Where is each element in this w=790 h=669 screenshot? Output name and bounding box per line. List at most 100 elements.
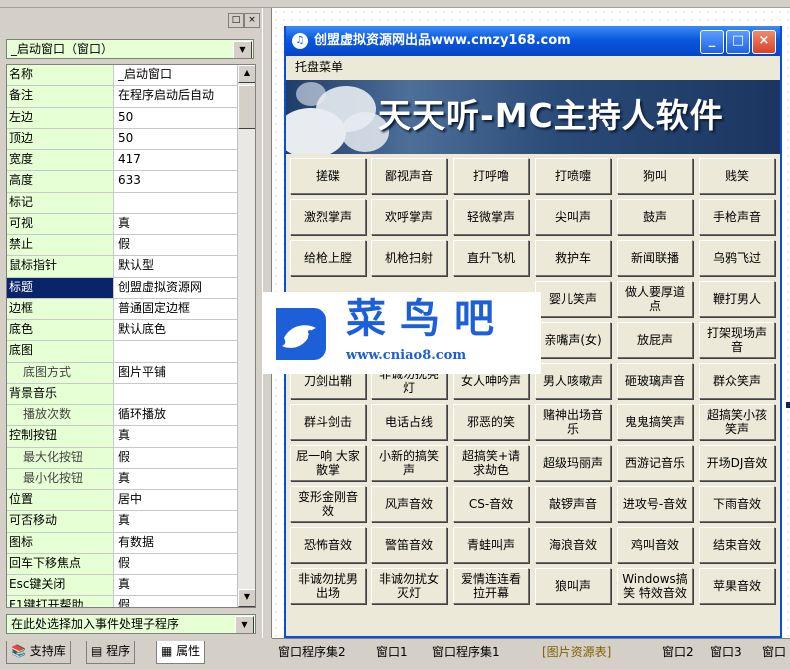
sound-button[interactable]: 邪恶的笑 xyxy=(453,404,529,440)
sound-button[interactable]: 机枪扫射 xyxy=(371,240,447,276)
window-title-bar[interactable]: ♫ 创盟虚拟资源网出品www.cmzy168.com _ □ × xyxy=(286,26,780,56)
sound-button[interactable]: 男人咳嗽声 xyxy=(535,363,611,399)
sound-button[interactable]: 放屁声 xyxy=(617,322,693,358)
property-value[interactable]: 633 xyxy=(115,171,239,192)
canvas-tab[interactable]: 窗口2 xyxy=(662,644,694,661)
property-row[interactable]: 底色 默认底色 xyxy=(7,320,255,342)
close-button[interactable]: × xyxy=(752,30,776,54)
property-value[interactable]: 假 xyxy=(115,447,239,468)
sound-button[interactable]: 下雨音效 xyxy=(699,486,775,522)
sound-button[interactable]: 电话占线 xyxy=(371,404,447,440)
tab-properties[interactable]: ▦ 属性 xyxy=(156,641,206,664)
sound-button[interactable]: 激烈掌声 xyxy=(290,199,366,235)
property-row[interactable]: 名称 _启动窗口 xyxy=(7,65,255,87)
sound-button[interactable]: 鸡叫音效 xyxy=(617,527,693,563)
property-value[interactable]: 假 xyxy=(115,235,239,256)
property-value[interactable]: 假 xyxy=(115,596,239,607)
sound-button[interactable]: 群斗剑击 xyxy=(290,404,366,440)
property-scrollbar[interactable]: ▲ ▼ xyxy=(237,65,255,607)
property-grid[interactable]: 名称 _启动窗口 备注 在程序启动后自动 左边 50 顶边 50 宽度 417 高度 633 标记 可视真… xyxy=(6,64,256,608)
property-value[interactable]: 默认型 xyxy=(115,256,239,277)
tab-program[interactable]: ▤ 程序 xyxy=(86,641,136,664)
property-row[interactable]: 高度 633 xyxy=(7,171,255,193)
property-value[interactable]: 真 xyxy=(115,213,239,234)
property-row[interactable]: 最大化按钮假 xyxy=(7,447,255,469)
canvas-tab[interactable]: 窗口3 xyxy=(710,644,742,661)
property-value[interactable] xyxy=(115,192,239,213)
sound-button[interactable]: 苹果音效 xyxy=(699,568,775,604)
sound-button[interactable]: 警笛音效 xyxy=(371,527,447,563)
sound-button[interactable]: 轻微掌声 xyxy=(453,199,529,235)
property-value[interactable]: 有数据 xyxy=(115,532,239,553)
sound-button[interactable]: 进攻号-音效 xyxy=(617,486,693,522)
sound-button[interactable]: 赌神出场音乐 xyxy=(535,404,611,440)
property-row[interactable]: 最小化按钮真 xyxy=(7,468,255,490)
event-selector[interactable]: 在此处选择加入事件处理子程序 ▼ xyxy=(6,614,256,634)
sound-button[interactable]: 鞭打男人 xyxy=(699,281,775,317)
property-row[interactable]: 鼠标指针 默认型 xyxy=(7,256,255,278)
property-value[interactable]: 真 xyxy=(115,468,239,489)
sound-button[interactable]: 给枪上膛 xyxy=(290,240,366,276)
canvas-tab[interactable]: 窗口程序集2 xyxy=(278,644,346,661)
sound-button[interactable]: 屁一响 大家散掌 xyxy=(290,445,366,481)
sound-button[interactable]: 小新的搞笑声 xyxy=(371,445,447,481)
sound-button[interactable]: 亲嘴声(女) xyxy=(535,322,611,358)
sound-button[interactable]: 搓碟 xyxy=(290,158,366,194)
property-row[interactable]: 图标 有数据 xyxy=(7,532,255,554)
property-value[interactable]: 真 xyxy=(115,575,239,596)
sound-button[interactable]: 尖叫声 xyxy=(535,199,611,235)
sound-button[interactable]: 变形金刚音效 xyxy=(290,486,366,522)
sound-button[interactable]: 鬼鬼搞笑声 xyxy=(617,404,693,440)
property-row[interactable]: 标记 xyxy=(7,192,255,214)
property-value[interactable]: 假 xyxy=(115,553,239,574)
property-value[interactable]: 50 xyxy=(115,107,239,128)
sound-button[interactable]: 砸玻璃声音 xyxy=(617,363,693,399)
property-row[interactable]: 左边 50 xyxy=(7,107,255,129)
sound-button[interactable]: 群众笑声 xyxy=(699,363,775,399)
sound-button[interactable]: 敲锣声音 xyxy=(535,486,611,522)
minimize-button[interactable]: _ xyxy=(700,30,724,54)
property-value[interactable] xyxy=(115,383,239,404)
property-row[interactable]: Esc键关闭真 xyxy=(7,575,255,597)
sound-button[interactable]: Windows搞笑 特效音效 xyxy=(617,568,693,604)
canvas-tab[interactable]: [图片资源表] xyxy=(542,644,611,661)
property-row[interactable]: 可否移动真 xyxy=(7,511,255,533)
property-row[interactable]: 宽度 417 xyxy=(7,150,255,172)
property-row[interactable]: 边框 普通固定边框 xyxy=(7,298,255,320)
sound-button[interactable]: 手枪声音 xyxy=(699,199,775,235)
sound-button[interactable]: 乌鸦飞过 xyxy=(699,240,775,276)
sound-button[interactable]: 超级玛丽声 xyxy=(535,445,611,481)
sound-button[interactable]: 婴儿笑声 xyxy=(535,281,611,317)
chevron-down-icon[interactable]: ▼ xyxy=(235,616,254,633)
property-row[interactable]: F1键打开帮助假 xyxy=(7,596,255,607)
canvas-tab[interactable]: 窗口程序集1 xyxy=(432,644,500,661)
sound-button[interactable]: 做人要厚道点 xyxy=(617,281,693,317)
sound-button[interactable]: 超搞笑小孩笑声 xyxy=(699,404,775,440)
sound-button[interactable]: 结束音效 xyxy=(699,527,775,563)
sound-button[interactable]: 海浪音效 xyxy=(535,527,611,563)
canvas-tab[interactable]: 窗口 xyxy=(762,644,786,661)
sound-button[interactable]: 贱笑 xyxy=(699,158,775,194)
scroll-thumb[interactable] xyxy=(238,85,255,129)
property-value[interactable]: 50 xyxy=(115,128,239,149)
property-value[interactable]: 在程序启动后自动 xyxy=(115,86,239,107)
scroll-down-icon[interactable]: ▼ xyxy=(238,589,255,607)
property-value[interactable]: 真 xyxy=(115,511,239,532)
tab-support-library[interactable]: 📚 支持库 xyxy=(6,641,71,664)
property-row[interactable]: 背景音乐 xyxy=(7,383,255,405)
property-value[interactable]: 创盟虚拟资源网 xyxy=(115,277,239,298)
property-value[interactable]: 普通固定边框 xyxy=(115,298,239,319)
sound-button[interactable]: 青蛙叫声 xyxy=(453,527,529,563)
chevron-down-icon[interactable]: ▼ xyxy=(233,41,252,58)
sound-button[interactable]: 鼓声 xyxy=(617,199,693,235)
property-value[interactable] xyxy=(115,341,239,362)
close-icon[interactable]: × xyxy=(244,13,260,28)
sound-button[interactable]: 非诚勿扰女灭灯 xyxy=(371,568,447,604)
pin-icon[interactable]: □ xyxy=(228,13,244,28)
sound-button[interactable]: 风声音效 xyxy=(371,486,447,522)
property-row[interactable]: 底图方式 图片平铺 xyxy=(7,362,255,384)
property-row[interactable]: 备注 在程序启动后自动 xyxy=(7,86,255,108)
maximize-button[interactable]: □ xyxy=(726,30,750,54)
scroll-up-icon[interactable]: ▲ xyxy=(238,65,255,83)
sound-button[interactable]: 打呼噜 xyxy=(453,158,529,194)
